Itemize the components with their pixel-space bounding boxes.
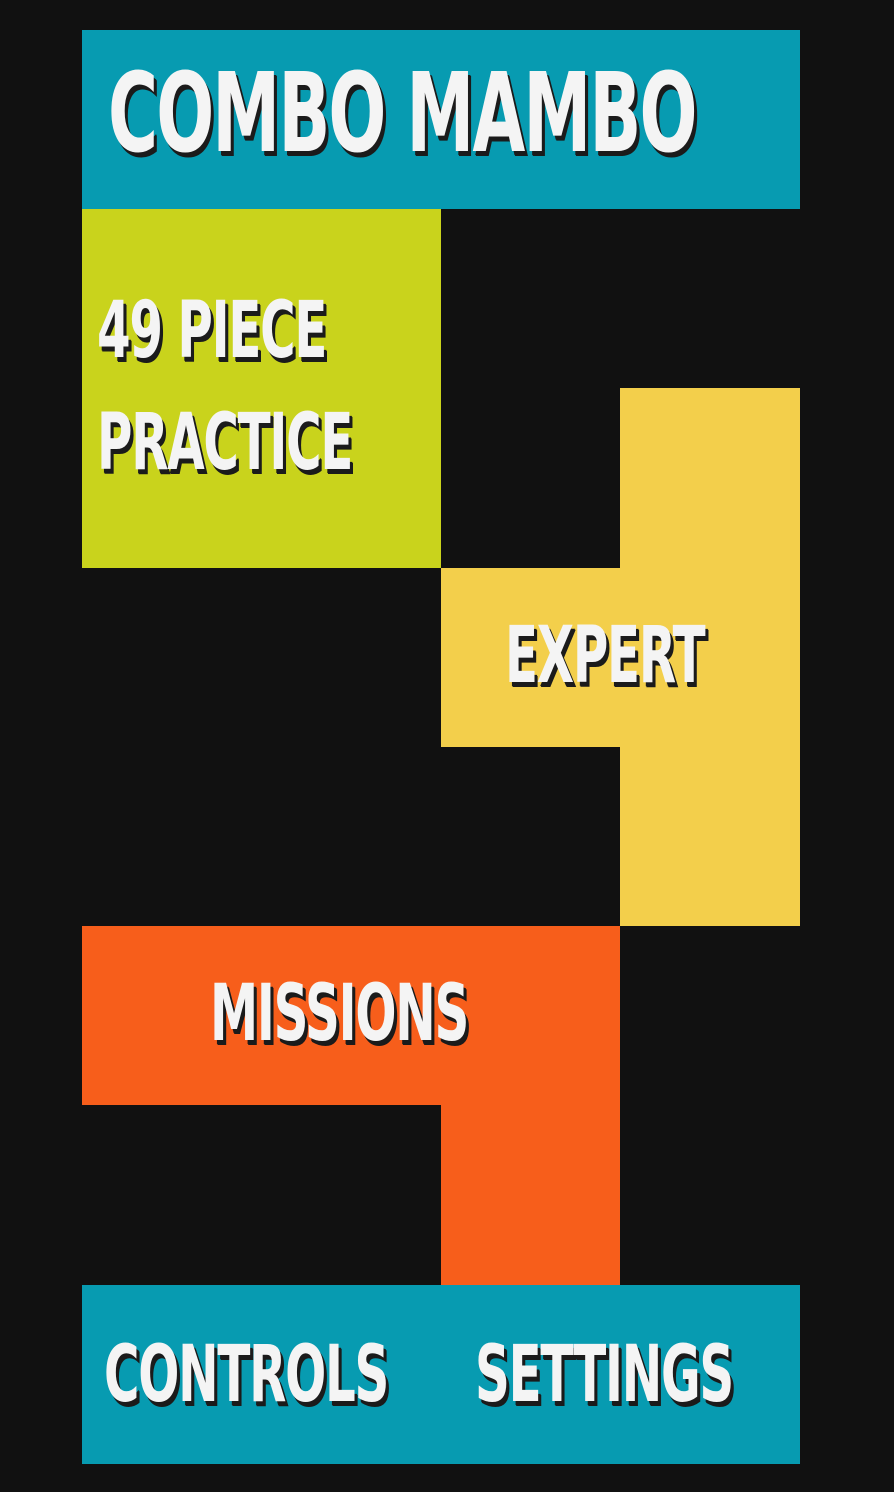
missions-button-stem[interactable] [441, 1104, 620, 1285]
main-menu-screen: COMBO MAMBO 49 PIECE PRACTICE EXPERT MIS… [0, 0, 894, 1492]
practice-mode-button[interactable] [82, 209, 441, 568]
settings-label: SETTINGS [475, 1330, 734, 1420]
practice-label-line1: 49 PIECE [97, 286, 327, 376]
expert-label: EXPERT [505, 611, 706, 701]
controls-label: CONTROLS [104, 1330, 389, 1420]
missions-label: MISSIONS [210, 969, 469, 1059]
practice-label-line2: PRACTICE [97, 398, 353, 488]
game-title: COMBO MAMBO [108, 49, 697, 177]
